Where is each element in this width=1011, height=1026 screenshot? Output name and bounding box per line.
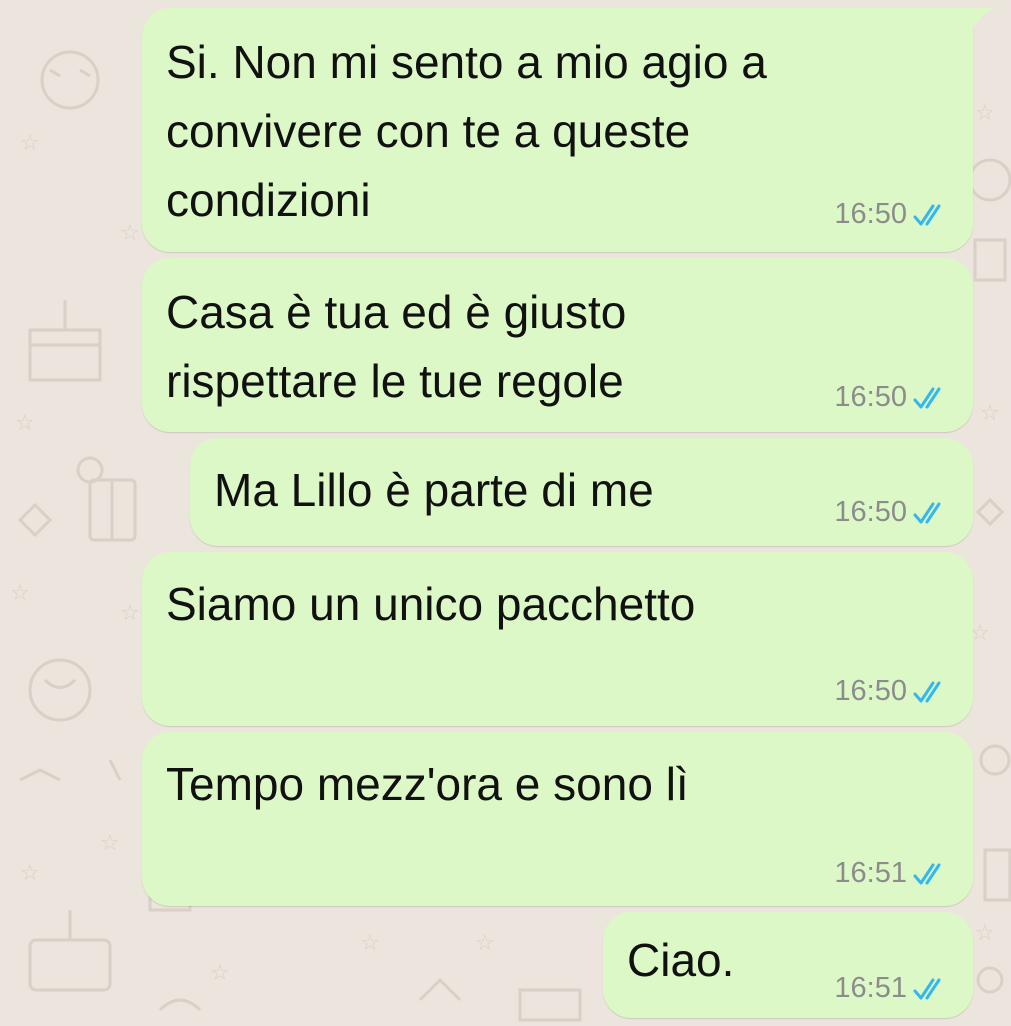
message-text: Siamo un unico pacchetto bbox=[166, 578, 696, 630]
message-text: Ma Lillo è parte di me bbox=[214, 464, 654, 516]
message-time: 16:51 bbox=[834, 857, 907, 889]
message-time: 16:50 bbox=[834, 198, 907, 230]
message-bubble[interactable]: Tempo mezz'ora e sono lì 16:51 bbox=[142, 732, 973, 906]
message-bubble[interactable]: Ciao. 16:51 bbox=[603, 912, 973, 1018]
double-check-read-icon bbox=[913, 387, 941, 408]
message-bubble[interactable]: Si. Non mi sento a mio agio a convivere … bbox=[142, 8, 993, 252]
message-time: 16:50 bbox=[834, 675, 907, 707]
message-meta: 16:51 bbox=[834, 972, 951, 1005]
message-text: Tempo mezz'ora e sono lì bbox=[166, 758, 689, 810]
message-bubble[interactable]: Casa è tua ed è giusto rispettare le tue… bbox=[142, 258, 973, 432]
message-text: Si. Non mi sento a mio agio a convivere … bbox=[166, 36, 767, 226]
message-bubble[interactable]: Siamo un unico pacchetto 16:50 bbox=[142, 552, 973, 726]
double-check-read-icon bbox=[913, 863, 941, 884]
double-check-read-icon bbox=[913, 204, 941, 225]
message-meta: 16:50 bbox=[834, 675, 951, 708]
message-bubble[interactable]: Ma Lillo è parte di me 16:50 bbox=[190, 438, 973, 546]
bubble-tail bbox=[967, 8, 993, 34]
message-meta: 16:50 bbox=[834, 381, 951, 414]
message-text: Casa è tua ed è giusto rispettare le tue… bbox=[166, 286, 627, 407]
message-time: 16:50 bbox=[834, 381, 907, 413]
message-time: 16:51 bbox=[834, 972, 907, 1004]
double-check-read-icon bbox=[913, 978, 941, 999]
chat-thread: Si. Non mi sento a mio agio a convivere … bbox=[0, 0, 1011, 1026]
message-meta: 16:51 bbox=[834, 857, 951, 890]
message-time: 16:50 bbox=[834, 496, 907, 528]
message-meta: 16:50 bbox=[834, 198, 951, 231]
double-check-read-icon bbox=[913, 681, 941, 702]
message-meta: 16:50 bbox=[834, 496, 951, 529]
double-check-read-icon bbox=[913, 502, 941, 523]
message-text: Ciao. bbox=[627, 934, 735, 986]
